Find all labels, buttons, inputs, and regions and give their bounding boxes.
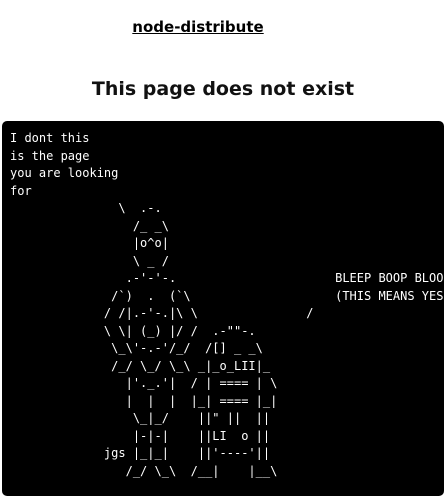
- ascii-art: I dont this is the page you are looking …: [10, 131, 444, 478]
- ascii-art-panel: I dont this is the page you are looking …: [2, 121, 444, 496]
- site-link[interactable]: node-distribute: [0, 18, 396, 36]
- page-title: This page does not exist: [91, 78, 355, 100]
